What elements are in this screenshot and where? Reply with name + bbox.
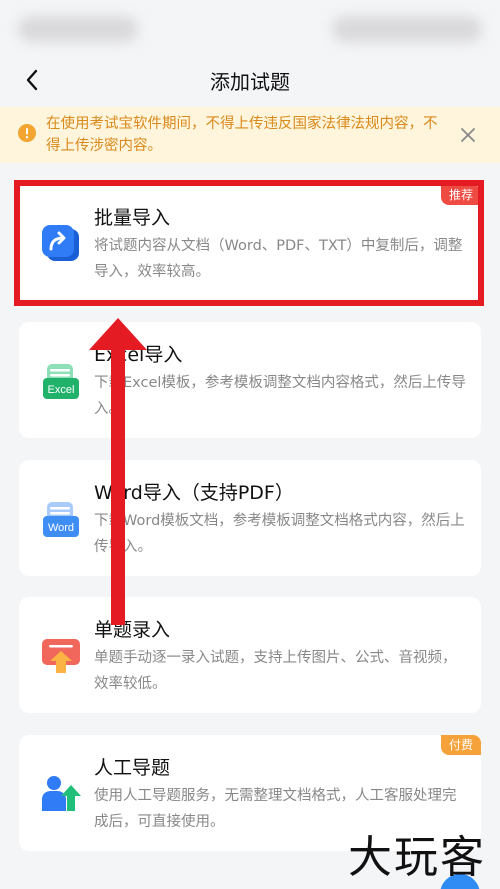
card-single-entry[interactable]: 单题录入 单题手动逐一录入试题，支持上传图片、公式、音视频，效率较低。: [19, 597, 481, 713]
card-title: 人工导题: [94, 757, 171, 779]
page-title: 添加试题: [210, 70, 290, 94]
warning-icon: [18, 124, 36, 142]
card-title: 单题录入: [94, 619, 171, 641]
excel-icon: Excel: [43, 364, 79, 399]
single-entry-icon: [42, 639, 80, 673]
card-word-import[interactable]: Word Word导入（支持PDF） 下载Word模板文档，参考模板调整文档格式…: [19, 460, 481, 576]
word-icon: Word: [43, 502, 79, 537]
nav-bar: 添加试题: [0, 56, 500, 106]
close-icon[interactable]: [458, 125, 478, 145]
card-desc: 下载Word模板文档，参考模板调整文档格式内容，然后上传导入。: [94, 513, 465, 555]
card-desc: 下载Excel模板，参考模板调整文档内容格式，然后上传导入。: [94, 375, 466, 417]
status-bar-right-blurred: [332, 16, 482, 42]
paid-badge: 付费: [440, 735, 481, 755]
batch-import-icon: [42, 225, 79, 261]
card-title: 批量导入: [94, 207, 171, 229]
card-title: Excel导入: [94, 344, 183, 366]
watermark: 大玩客: [348, 832, 486, 883]
recommend-badge: 推荐: [440, 185, 481, 205]
card-title: Word导入（支持PDF）: [94, 482, 294, 504]
card-desc: 将试题内容从文档（Word、PDF、TXT）中复制后，调整导入，效率较高。: [94, 238, 463, 280]
notice-text: 在使用考试宝软件期间，不得上传违反国家法律法规内容，不得上传涉密内容。: [46, 116, 438, 154]
card-batch-import[interactable]: 推荐 批量导入 将试题内容从文档（Word、PDF、TXT）中复制后，调整导入，…: [19, 185, 481, 301]
excel-icon-label: Excel: [48, 384, 75, 396]
word-icon-label: Word: [48, 522, 74, 534]
status-bar-left-blurred: [18, 16, 138, 42]
notice-banner: 在使用考试宝软件期间，不得上传违反国家法律法规内容，不得上传涉密内容。: [0, 107, 500, 163]
status-bar: [0, 0, 500, 56]
card-excel-import[interactable]: Excel Excel导入 下载Excel模板，参考模板调整文档内容格式，然后上…: [19, 322, 481, 438]
manual-service-icon: [42, 776, 81, 811]
card-desc: 单题手动逐一录入试题，支持上传图片、公式、音视频，效率较低。: [94, 650, 457, 692]
